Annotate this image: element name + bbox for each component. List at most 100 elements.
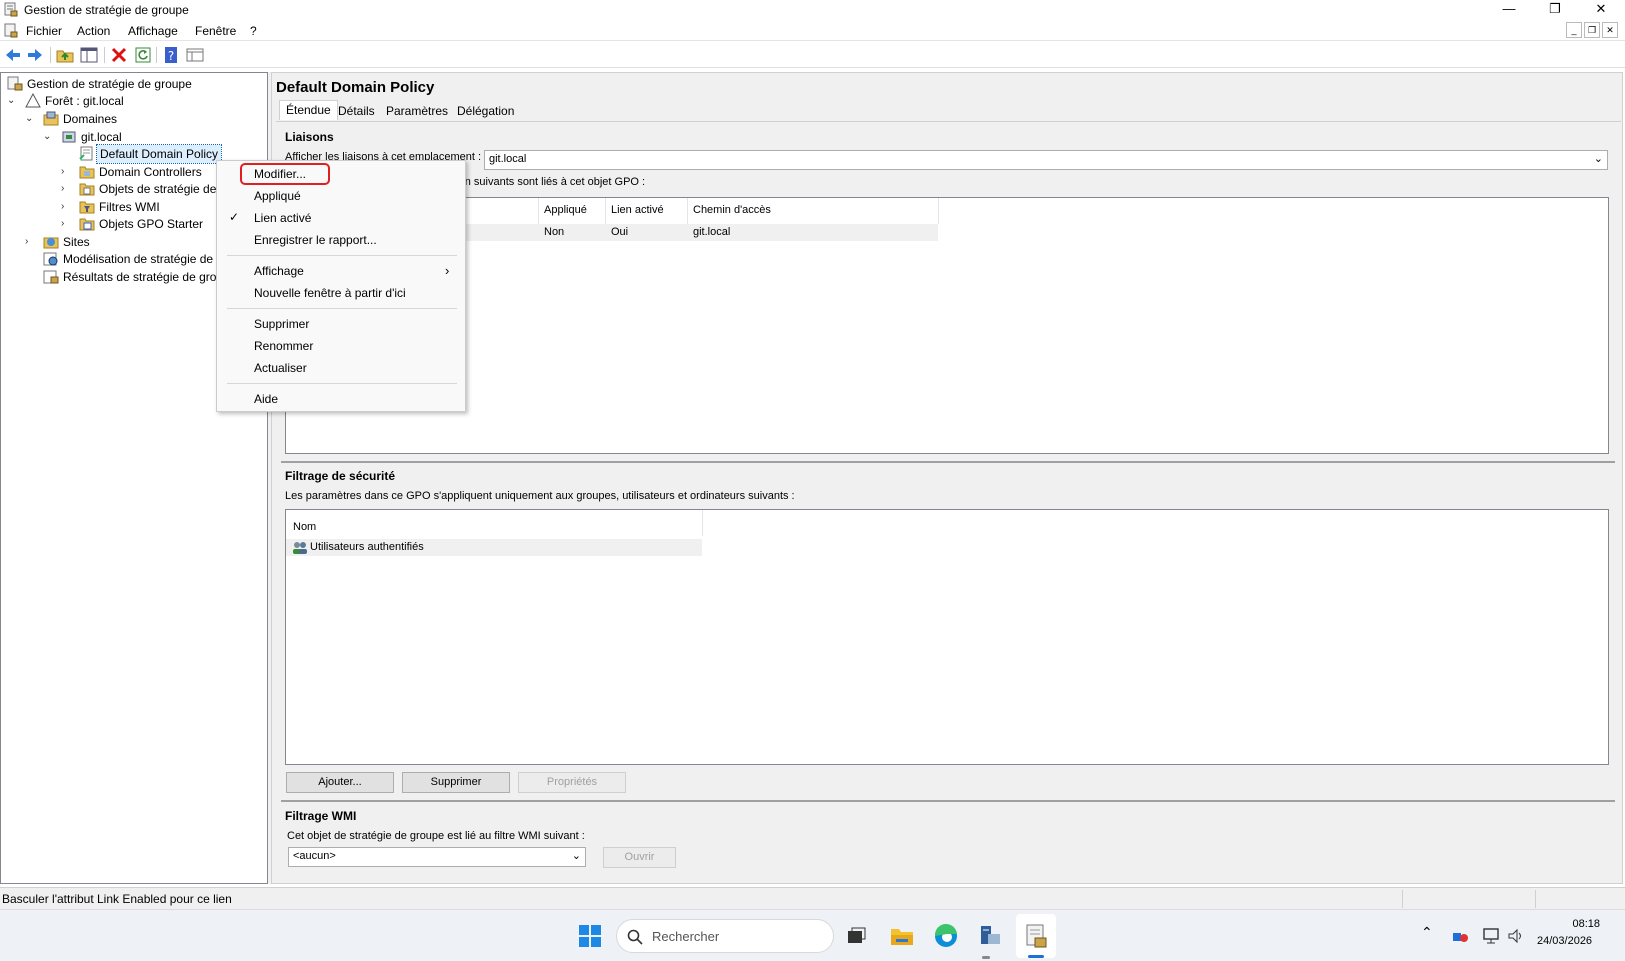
chevron-right-icon[interactable]: › xyxy=(61,163,71,181)
chevron-down-icon[interactable]: ⌄ xyxy=(7,92,17,110)
chevron-down-icon[interactable]: ⌄ xyxy=(25,110,35,128)
network-icon[interactable] xyxy=(1451,927,1469,945)
add-button[interactable]: Ajouter... xyxy=(286,772,394,793)
wmi-filter-icon xyxy=(79,201,95,214)
close-icon: ✕ xyxy=(1595,1,1607,16)
up-folder-icon[interactable] xyxy=(56,46,74,64)
clock-date[interactable]: 24/03/2026 xyxy=(1537,935,1592,947)
taskbar-search-box[interactable]: Rechercher xyxy=(616,919,834,953)
links-list[interactable]: Appliqué Lien activé Chemin d'accès Non … xyxy=(285,197,1609,454)
toolbar-separator xyxy=(104,47,105,63)
menu-item-modifier[interactable]: Modifier... xyxy=(254,167,306,181)
menu-fichier[interactable]: Fichier xyxy=(26,24,62,38)
tree-label: Résultats de stratégie de grou xyxy=(63,270,224,284)
chevron-down-icon[interactable]: ⌄ xyxy=(43,128,53,146)
menu-item-affichage[interactable]: Affichage xyxy=(254,264,304,278)
table-row[interactable]: Utilisateurs authentifiés xyxy=(286,539,702,556)
menu-item-applique[interactable]: Appliqué xyxy=(254,189,301,203)
column-header-nom[interactable]: Nom xyxy=(293,521,316,533)
domains-icon xyxy=(43,111,59,126)
starter-gpo-icon xyxy=(79,218,95,231)
security-list[interactable]: Nom Utilisateurs authentifiés xyxy=(285,509,1609,765)
windows-start-icon[interactable] xyxy=(576,922,604,950)
mdi-close-button[interactable]: ✕ xyxy=(1602,22,1618,38)
status-text: Basculer l'attribut Link Enabled pour ce… xyxy=(2,892,232,906)
menu-item-lien-active[interactable]: Lien activé xyxy=(254,211,311,225)
sites-icon xyxy=(43,237,59,249)
section-divider xyxy=(281,461,1615,463)
search-icon xyxy=(627,929,643,945)
wmi-description: Cet objet de stratégie de groupe est lié… xyxy=(287,830,585,842)
column-header-lien-active[interactable]: Lien activé xyxy=(611,204,664,216)
volume-icon[interactable] xyxy=(1507,927,1525,945)
tree-label: Modélisation de stratégie de xyxy=(63,252,214,266)
menu-item-aide[interactable]: Aide xyxy=(254,392,278,406)
tree-label: Objets GPO Starter xyxy=(99,217,204,231)
file-explorer-icon[interactable] xyxy=(888,922,916,950)
refresh-icon[interactable] xyxy=(134,46,152,64)
gpmc-icon xyxy=(7,76,23,91)
search-placeholder: Rechercher xyxy=(652,929,720,944)
back-arrow-icon[interactable] xyxy=(4,46,22,64)
menu-help[interactable]: ? xyxy=(250,24,257,38)
tree-label: Domaines xyxy=(63,112,118,126)
console-menu-icon[interactable] xyxy=(4,23,18,38)
links-heading: Liaisons xyxy=(285,130,334,144)
tab-etendue[interactable]: Étendue xyxy=(279,100,338,120)
remove-button[interactable]: Supprimer xyxy=(402,772,510,793)
column-header-chemin[interactable]: Chemin d'accès xyxy=(693,204,771,216)
close-window-button[interactable]: ✕ xyxy=(1578,0,1624,19)
active-app-tile[interactable] xyxy=(1016,914,1056,958)
wmi-filter-select[interactable]: <aucun> ⌄ xyxy=(288,847,586,867)
minimize-button[interactable]: — xyxy=(1486,0,1532,19)
tab-strip-border xyxy=(276,121,1621,122)
properties-button[interactable]: Propriétés xyxy=(518,772,626,793)
window-title: Gestion de stratégie de groupe xyxy=(24,3,189,17)
tree-label: Sites xyxy=(63,235,90,249)
chevron-up-icon[interactable]: ⌃ xyxy=(1421,924,1433,941)
menu-affichage[interactable]: Affichage xyxy=(128,24,178,38)
tab-details[interactable]: Détails xyxy=(332,102,381,122)
display-icon[interactable] xyxy=(1482,927,1502,945)
mdi-minimize-button[interactable]: _ xyxy=(1566,22,1582,38)
forward-arrow-icon[interactable] xyxy=(26,46,44,64)
menu-bar: Fichier Action Affichage Fenêtre ? _ ❐ ✕ xyxy=(0,20,1625,41)
links-location-select[interactable]: git.local ⌄ xyxy=(484,150,1608,170)
delete-icon[interactable] xyxy=(110,46,128,64)
menu-separator xyxy=(227,308,457,309)
menu-item-enregistrer[interactable]: Enregistrer le rapport... xyxy=(254,233,377,247)
chevron-right-icon[interactable]: › xyxy=(61,180,71,198)
tab-parametres[interactable]: Paramètres xyxy=(380,102,454,122)
cell-lien-active: Oui xyxy=(611,226,629,238)
tree-label: Objets de stratégie de xyxy=(99,182,217,196)
active-indicator xyxy=(1028,955,1044,958)
menu-fenetre[interactable]: Fenêtre xyxy=(195,24,236,38)
chevron-right-icon[interactable]: › xyxy=(25,233,35,251)
edge-icon[interactable] xyxy=(932,922,960,950)
menu-item-renommer[interactable]: Renommer xyxy=(254,339,313,353)
open-wmi-button[interactable]: Ouvrir xyxy=(603,847,676,868)
clock-time[interactable]: 08:18 xyxy=(1560,918,1600,930)
menu-action[interactable]: Action xyxy=(77,24,110,38)
chevron-right-icon[interactable]: › xyxy=(61,215,71,233)
show-tree-icon[interactable] xyxy=(80,46,98,64)
column-header-applique[interactable]: Appliqué xyxy=(544,204,587,216)
modeling-icon xyxy=(43,252,58,266)
mdi-restore-button[interactable]: ❐ xyxy=(1584,22,1600,38)
console-icon[interactable] xyxy=(186,46,204,64)
server-manager-icon[interactable] xyxy=(976,922,1004,950)
menu-item-actualiser[interactable]: Actualiser xyxy=(254,361,307,375)
toolbar-separator xyxy=(50,47,51,63)
cell-applique: Non xyxy=(544,226,565,238)
restore-button[interactable]: ❐ xyxy=(1532,0,1578,19)
menu-item-nouvelle-fenetre[interactable]: Nouvelle fenêtre à partir d'ici xyxy=(254,286,406,300)
forest-icon xyxy=(25,93,41,108)
tab-delegation[interactable]: Délégation xyxy=(451,102,520,122)
title-bar: Gestion de stratégie de groupe — ❐ ✕ xyxy=(0,0,1625,19)
column-divider xyxy=(687,198,688,224)
chevron-right-icon[interactable]: › xyxy=(61,198,71,216)
task-view-icon[interactable] xyxy=(842,922,870,950)
menu-item-supprimer[interactable]: Supprimer xyxy=(254,317,309,331)
tree-label: git.local xyxy=(81,130,122,144)
help-icon[interactable]: ? xyxy=(162,46,180,64)
